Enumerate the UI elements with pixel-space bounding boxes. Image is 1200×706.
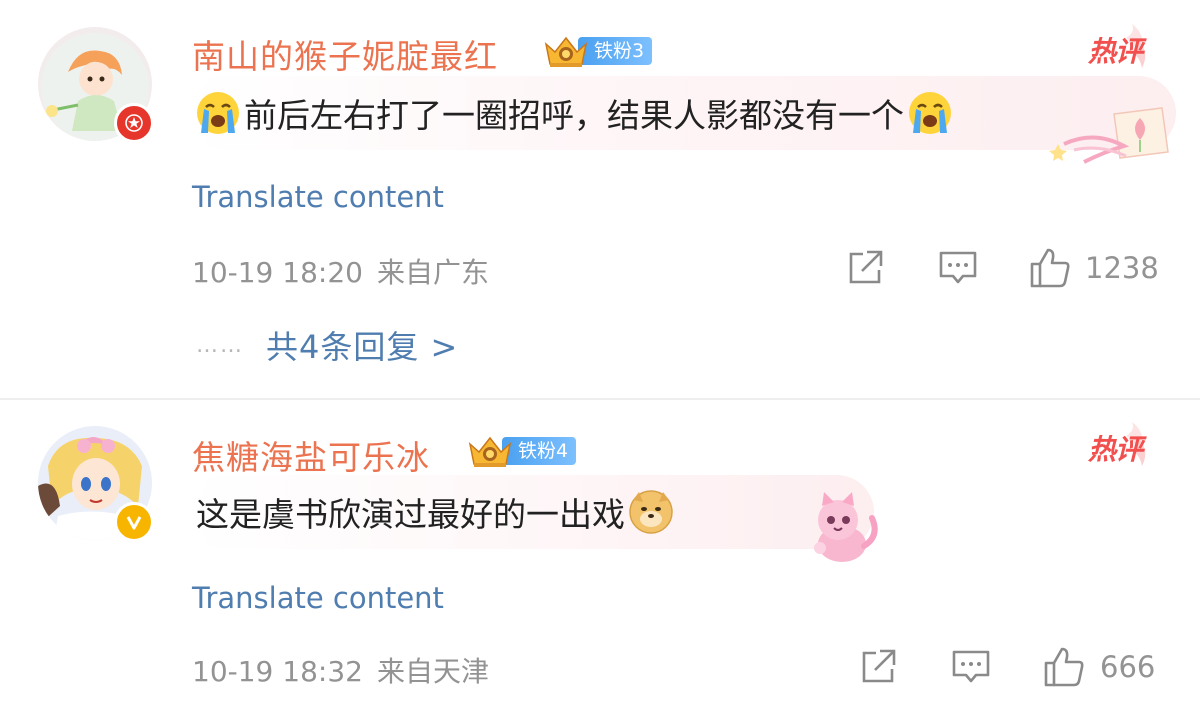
comment-icon[interactable] <box>951 647 991 687</box>
like-icon[interactable] <box>1042 645 1086 689</box>
like-count: 666 <box>1100 650 1156 684</box>
comment-time: 10-19 18:20 <box>192 256 363 289</box>
comment-meta: 10-19 18:32 来自天津 <box>192 650 489 690</box>
replies-dots: …… <box>196 332 244 358</box>
cat-sticker-decoration-icon <box>814 492 878 562</box>
comment-location: 来自广东 <box>376 256 489 289</box>
hot-tag-label: 热评 <box>1088 35 1143 68</box>
comment-content: 前后左右打了一圈招呼，结果人影都没有一个 <box>188 76 1176 150</box>
crown-icon <box>468 436 512 467</box>
tulip-card-decoration-icon <box>1049 107 1169 164</box>
hot-tag-label: 热评 <box>1088 433 1143 466</box>
fan-badge[interactable]: 铁粉4 <box>466 436 577 467</box>
avatar[interactable] <box>38 426 154 542</box>
comment-text: 这是虞书欣演过最好的一出戏 <box>196 495 625 534</box>
comment-text: 前后左右打了一圈招呼，结果人影都没有一个 <box>244 96 904 135</box>
crown-icon <box>544 36 588 67</box>
replies-row[interactable]: …… 共4条回复 > <box>196 322 458 368</box>
hot-comment-tag: 热评 <box>1082 22 1150 72</box>
doge-icon <box>629 490 673 534</box>
username[interactable]: 焦糖海盐可乐冰 <box>192 431 430 479</box>
yellow-v-icon <box>114 502 154 542</box>
share-icon[interactable] <box>858 647 898 687</box>
comment-location: 来自天津 <box>376 655 489 688</box>
comment-item: 焦糖海盐可乐冰 铁粉4 热评 这是虞书欣演过最好的一出戏 Translate c… <box>0 400 1200 706</box>
crying-face-icon <box>909 92 951 134</box>
share-icon[interactable] <box>845 248 885 288</box>
comment-meta: 10-19 18:20 来自广东 <box>192 251 489 291</box>
fan-badge[interactable]: 铁粉3 <box>542 36 653 67</box>
translate-link[interactable]: Translate content <box>192 581 444 615</box>
username[interactable]: 南山的猴子妮腚最红 <box>192 30 498 78</box>
like-icon[interactable] <box>1028 246 1072 290</box>
comment-item: 南山的猴子妮腚最红 铁粉3 热评 前后左右打了一圈招呼，结果人影都没有一个 Tr… <box>0 0 1200 398</box>
view-replies-link[interactable]: 共4条回复 > <box>266 322 458 368</box>
avatar[interactable] <box>38 27 154 143</box>
hot-comment-tag: 热评 <box>1082 420 1150 470</box>
like-count: 1238 <box>1085 251 1159 285</box>
comment-icon[interactable] <box>938 248 978 288</box>
translate-link[interactable]: Translate content <box>192 180 444 214</box>
comment-content: 这是虞书欣演过最好的一出戏 <box>188 475 874 549</box>
red-star-icon <box>114 103 154 143</box>
crying-face-icon <box>197 92 239 134</box>
comment-time: 10-19 18:32 <box>192 655 363 688</box>
